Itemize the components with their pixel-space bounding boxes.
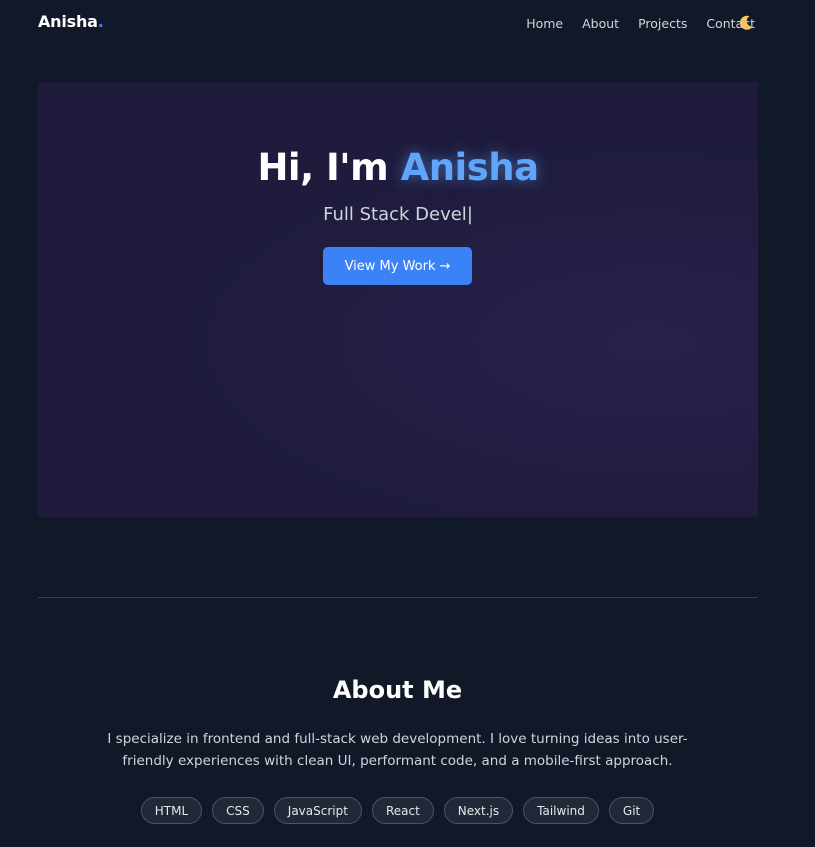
- skill-tag-nextjs: Next.js: [443, 797, 514, 824]
- skill-tag-git: Git: [608, 797, 655, 824]
- about-text: I specialize in frontend and full-stack …: [107, 731, 688, 769]
- skill-tag-css: CSS: [212, 797, 264, 824]
- cta-label: View My Work: [344, 258, 436, 274]
- hero-subtitle: Full Stack Devel|: [38, 204, 758, 225]
- hero-name: Anisha: [400, 146, 540, 189]
- view-my-work-button[interactable]: View My Work →: [323, 247, 472, 285]
- crescent-moon-icon: [739, 15, 753, 30]
- skill-tag-javascript: JavaScript: [273, 797, 362, 824]
- skill-tag-react: React: [371, 797, 434, 824]
- skill-tag-html: HTML: [140, 797, 203, 824]
- arrow-right-icon: →: [439, 258, 451, 274]
- hero-title: Hi, I'm Anisha: [38, 146, 758, 189]
- hero-section: Hi, I'm Anisha Full Stack Devel| View My…: [38, 82, 758, 517]
- nav-link-projects[interactable]: Projects: [638, 16, 687, 31]
- nav-links: Home About Projects Contact: [526, 16, 755, 31]
- nav-link-home[interactable]: Home: [526, 16, 563, 31]
- section-divider: [38, 597, 758, 598]
- skill-tag-tailwind: Tailwind: [523, 797, 599, 824]
- typing-caret: |: [466, 204, 473, 225]
- navbar: Anisha. Home About Projects Contact: [0, 0, 815, 48]
- about-title: About Me: [332, 676, 463, 704]
- theme-toggle-button[interactable]: [737, 14, 755, 32]
- typed-role-text: Full Stack Devel: [323, 204, 467, 225]
- logo-text: Anisha: [38, 12, 98, 31]
- hero-greeting: Hi, I'm: [257, 146, 401, 189]
- nav-link-about[interactable]: About: [582, 16, 619, 31]
- logo-dot: .: [97, 12, 104, 31]
- site-logo[interactable]: Anisha.: [38, 12, 104, 31]
- skill-tags: HTML CSS JavaScript React Next.js Tailwi…: [0, 797, 795, 824]
